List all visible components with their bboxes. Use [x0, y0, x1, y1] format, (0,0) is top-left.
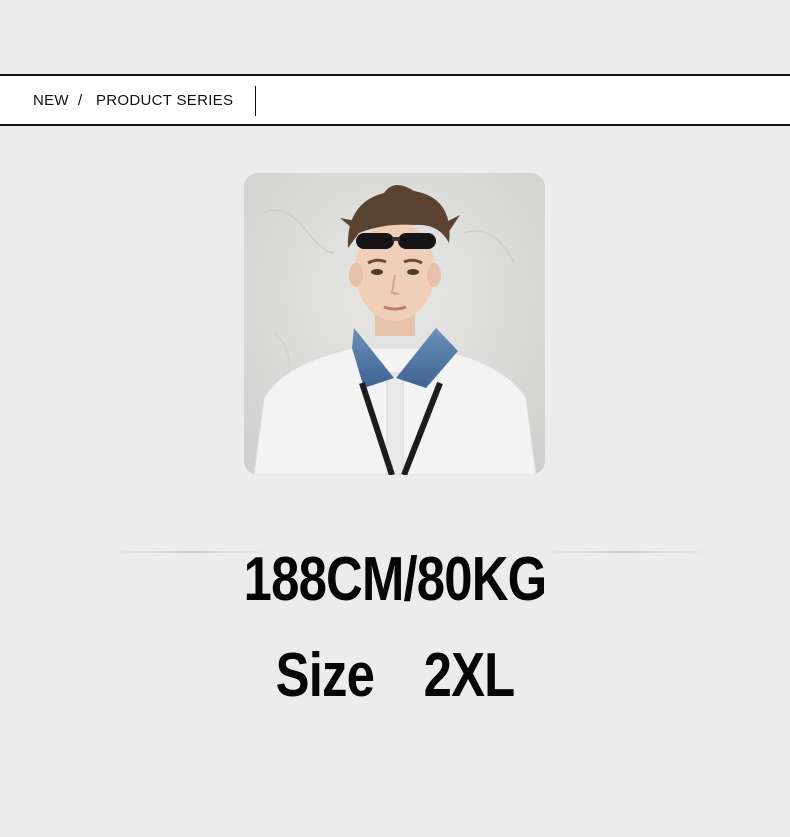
model-size: Size 2XL — [275, 641, 516, 710]
breadcrumb-item-product-series[interactable]: PRODUCT SERIES — [96, 92, 233, 109]
model-height-weight: 188CM/80KG — [243, 545, 547, 614]
breadcrumb: NEW / PRODUCT SERIES — [0, 74, 790, 126]
breadcrumb-separator: / — [78, 92, 83, 109]
breadcrumb-item-new[interactable]: NEW — [33, 92, 69, 109]
model-photo — [244, 173, 545, 475]
breadcrumb-divider — [255, 86, 256, 116]
